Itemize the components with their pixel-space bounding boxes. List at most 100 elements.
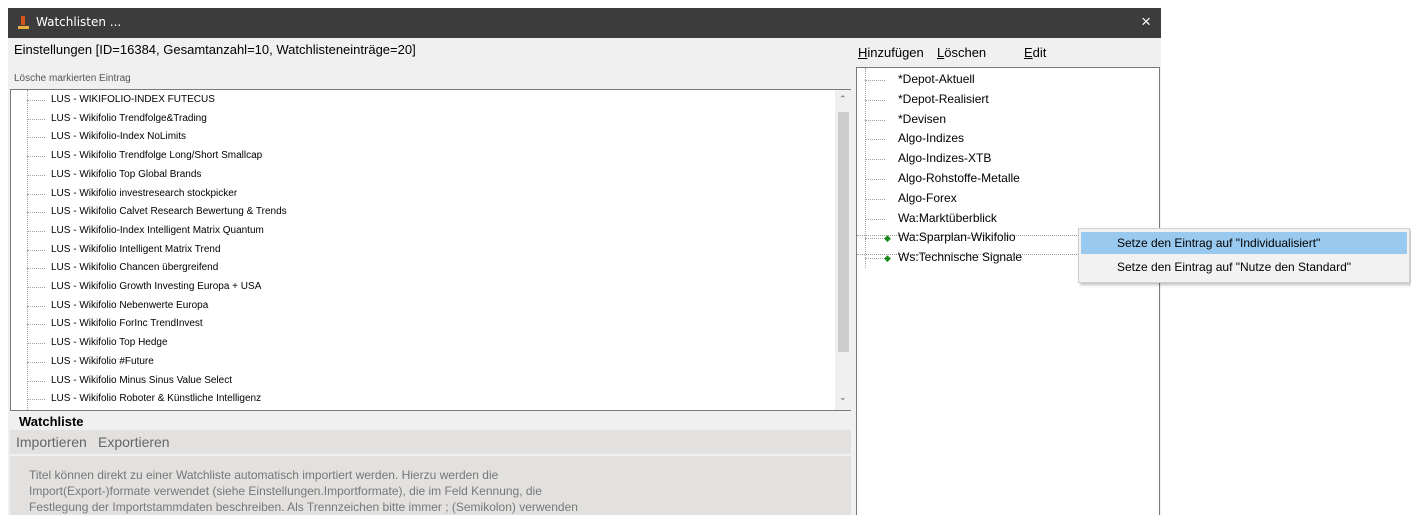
tree-branch — [27, 287, 45, 288]
list-item[interactable]: LUS - WIKIFOLIO-INDEX FUTECUS — [27, 94, 215, 105]
list-item-label: LUS - Wikifolio Trendfolge Long/Short Sm… — [51, 150, 263, 162]
import-help-text: Titel können direkt zu einer Watchliste … — [10, 456, 851, 515]
watchlist-item[interactable]: *Depot-Aktuell — [898, 72, 975, 86]
tree-branch — [27, 399, 45, 401]
tree-branch — [865, 258, 885, 260]
list-item-label: LUS - Wikifolio Calvet Research Bewertun… — [51, 206, 287, 218]
list-item[interactable]: LUS - Wikifolio-Index NoLimits — [27, 131, 187, 143]
list-item[interactable]: LUS - Wikifolio Trendfolge Long/Short Sm… — [27, 150, 263, 162]
import-button[interactable]: Importieren — [16, 434, 87, 450]
tree-branch — [27, 305, 45, 307]
diamond-icon: ◆ — [884, 253, 891, 264]
watchlist-item[interactable]: Wa:Marktüberblick — [898, 211, 997, 225]
vertical-scrollbar[interactable]: ⌃ ⌄ — [835, 90, 852, 410]
settings-panel: Einstellungen [ID=16384, Gesamtanzahl=10… — [8, 38, 853, 515]
diamond-icon: ◆ — [884, 233, 891, 244]
menu-add[interactable]: Hinzufügen — [858, 45, 924, 60]
watchlist-item[interactable]: Algo-Rohstoffe-Metalle — [898, 171, 1020, 185]
watchlist-item[interactable]: Wa:Sparplan-Wikifolio — [898, 230, 1016, 244]
list-item[interactable]: LUS - Wikifolio Trendfolge&Trading — [27, 112, 207, 124]
tree-branch — [27, 193, 45, 195]
help-line: Titel können direkt zu einer Watchliste … — [29, 468, 499, 482]
list-item-label: LUS - Wikifolio Top Hedge — [51, 337, 168, 349]
menu-delete[interactable]: Löschen — [937, 45, 986, 60]
list-item-label: LUS - Wikifolio Nebenwerte Europa — [51, 299, 209, 311]
watchlist-item[interactable]: *Depot-Realisiert — [898, 92, 989, 106]
watchliste-section-title: Watchliste — [19, 414, 84, 429]
context-menu-item-standard[interactable]: Setze den Eintrag auf "Nutze den Standar… — [1081, 256, 1407, 278]
list-item[interactable]: LUS - Wikifolio Nebenwerte Europa — [27, 299, 209, 311]
tree-branch — [865, 238, 885, 240]
tree-branch — [865, 99, 885, 101]
tree-branch — [865, 119, 885, 121]
list-item-label: LUS - Wikifolio Minus Sinus Value Select — [51, 374, 232, 386]
tree-branch — [27, 324, 45, 326]
list-item[interactable]: LUS - Wikifolio-Index Intelligent Matrix… — [27, 224, 264, 236]
tree-branch — [27, 212, 45, 214]
list-item[interactable]: LUS - Wikifolio ForInc TrendInvest — [27, 318, 203, 330]
settings-header: Einstellungen [ID=16384, Gesamtanzahl=10… — [14, 42, 416, 57]
tree-branch — [865, 218, 885, 220]
delete-marked-entry-button[interactable]: Lösche markierten Eintrag — [14, 73, 131, 84]
context-menu-item-individualisiert[interactable]: Setze den Eintrag auf "Individualisiert" — [1081, 232, 1407, 254]
watchlist-tree[interactable]: *Depot-Aktuell *Depot-Realisiert *Devisen A… — [856, 67, 1160, 515]
app-icon — [18, 16, 29, 29]
watchlist-item[interactable]: Ws:Technische Signale — [898, 250, 1022, 264]
watchlist-item[interactable]: Algo-Forex — [898, 191, 957, 205]
entries-list[interactable]: LUS - WIKIFOLIO-INDEX FUTECUS LUS - Wikif… — [10, 89, 853, 411]
tree-branch — [865, 159, 885, 161]
help-line: Festlegung der Importstammdaten beschrei… — [29, 500, 578, 514]
help-line: Import(Export-)formate verwendet (siehe … — [29, 484, 542, 498]
watchlist-window: Watchlisten ... × Einstellungen [ID=1638… — [8, 8, 1161, 515]
tree-branch — [27, 118, 45, 120]
watchlist-item[interactable]: *Devisen — [898, 112, 946, 126]
list-item[interactable]: LUS - Wikifolio Intelligent Matrix Trend — [27, 243, 221, 255]
list-item[interactable]: LUS - Wikifolio Minus Sinus Value Select — [27, 374, 232, 386]
list-item-label: LUS - Wikifolio-Index NoLimits — [51, 131, 187, 143]
list-item-label: LUS - Wikifolio investresearch stockpick… — [51, 187, 238, 199]
tree-branch — [27, 230, 45, 232]
list-item-label: LUS - Wikifolio Growth Investing Europa … — [51, 281, 262, 292]
tree-branch — [27, 268, 45, 270]
scroll-down-icon[interactable]: ⌄ — [839, 392, 847, 403]
list-item[interactable]: LUS - Wikifolio investresearch stockpick… — [27, 187, 238, 199]
list-item[interactable]: LUS - Wikifolio Calvet Research Bewertun… — [27, 206, 287, 218]
scroll-up-icon[interactable]: ⌃ — [839, 94, 847, 105]
tree-branch — [27, 361, 45, 363]
list-item[interactable]: LUS - Wikifolio Top Hedge — [27, 337, 168, 349]
list-item[interactable]: LUS - Wikifolio Chancen übergreifend — [27, 262, 219, 274]
close-icon[interactable]: × — [1141, 12, 1151, 32]
list-item-label: LUS - Wikifolio Trendfolge&Trading — [51, 112, 207, 124]
menu-edit[interactable]: Edit — [1024, 45, 1046, 60]
list-item-label: LUS - Wikifolio Intelligent Matrix Trend — [51, 243, 221, 255]
list-item-label: LUS - Wikifolio Roboter & Künstliche Int… — [51, 393, 262, 405]
tree-branch — [27, 100, 45, 101]
tree-branch — [865, 139, 885, 141]
tree-branch — [27, 249, 45, 251]
scroll-thumb[interactable] — [838, 112, 849, 352]
tree-branch — [27, 156, 45, 158]
tree-branch — [27, 137, 45, 139]
list-item[interactable]: LUS - Wikifolio Growth Investing Europa … — [27, 281, 262, 292]
tree-branch — [865, 80, 885, 81]
tree-branch — [27, 343, 45, 345]
list-item[interactable]: LUS - Wikifolio Roboter & Künstliche Int… — [27, 393, 262, 405]
window-title: Watchlisten ... — [36, 15, 122, 29]
context-menu: Setze den Eintrag auf "Individualisiert"… — [1078, 228, 1410, 283]
tree-branch — [27, 174, 45, 176]
tree-branch — [865, 179, 885, 180]
tree-branch — [865, 198, 885, 200]
list-item-label: LUS - Wikifolio Chancen übergreifend — [51, 262, 219, 274]
title-bar: Watchlisten ... × — [8, 8, 1161, 38]
watchlist-item[interactable]: Algo-Indizes-XTB — [898, 151, 991, 165]
list-item-label: LUS - Wikifolio #Future — [51, 355, 154, 367]
list-item-label: LUS - Wikifolio-Index Intelligent Matrix… — [51, 224, 264, 236]
list-item-label: LUS - Wikifolio ForInc TrendInvest — [51, 318, 203, 330]
watchlist-item[interactable]: Algo-Indizes — [898, 131, 964, 145]
tree-branch — [27, 380, 45, 382]
list-item[interactable]: LUS - Wikifolio Top Global Brands — [27, 168, 202, 180]
export-button[interactable]: Exportieren — [98, 434, 170, 450]
list-item-label: LUS - Wikifolio Top Global Brands — [51, 168, 202, 180]
list-item[interactable]: LUS - Wikifolio #Future — [27, 355, 154, 367]
import-export-bar: Importieren Exportieren — [10, 430, 851, 454]
